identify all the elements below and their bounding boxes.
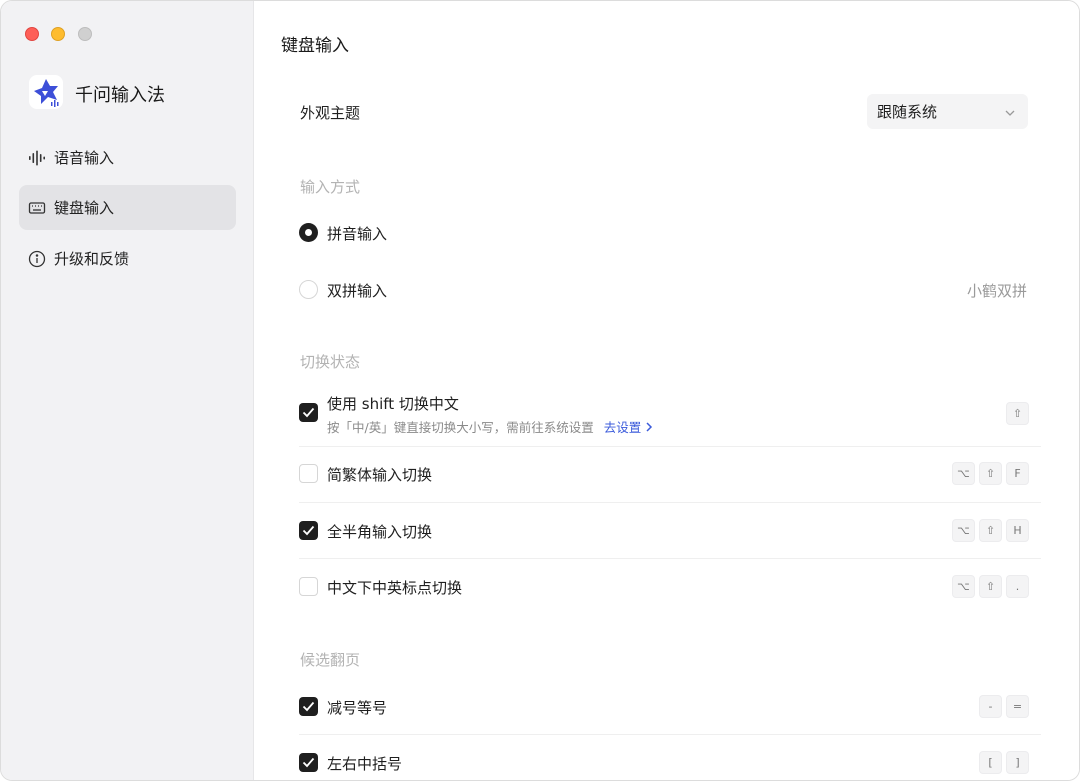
chevron-down-icon xyxy=(1004,105,1016,123)
shortcut-keys: ⌥ ⇧ H xyxy=(952,519,1029,542)
full-half-width-checkbox[interactable] xyxy=(299,521,318,540)
section-title-paging: 候选翻页 xyxy=(300,651,361,669)
brackets-label: 左右中括号 xyxy=(327,755,403,773)
keyboard-icon xyxy=(28,199,46,217)
divider xyxy=(299,446,1041,447)
voice-waveform-icon xyxy=(28,149,46,167)
sidebar-item-label: 语音输入 xyxy=(54,149,115,167)
chevron-right-icon xyxy=(646,422,653,432)
go-settings-link[interactable]: 去设置 xyxy=(604,420,654,435)
page-title: 键盘输入 xyxy=(281,36,349,56)
section-title-input-method: 输入方式 xyxy=(300,178,361,196)
key-shift: ⇧ xyxy=(1006,402,1029,425)
sidebar-item-voice-input[interactable]: 语音输入 xyxy=(19,135,236,180)
section-title-switch-state: 切换状态 xyxy=(300,353,361,371)
shuangpin-scheme[interactable]: 小鹤双拼 xyxy=(967,280,1027,301)
shortcut-keys: [ ] xyxy=(979,751,1029,774)
sidebar-item-keyboard-input[interactable]: 键盘输入 xyxy=(19,185,236,230)
close-window-button[interactable] xyxy=(25,27,39,41)
theme-select[interactable]: 跟随系统 xyxy=(867,94,1028,129)
theme-select-value: 跟随系统 xyxy=(877,103,938,121)
key-left-bracket: [ xyxy=(979,751,1002,774)
sidebar-item-upgrade-feedback[interactable]: 升级和反馈 xyxy=(19,236,236,281)
shortcut-keys: - = xyxy=(979,695,1029,718)
theme-label: 外观主题 xyxy=(300,104,361,122)
minimize-window-button[interactable] xyxy=(51,27,65,41)
full-half-width-label: 全半角输入切换 xyxy=(327,523,433,541)
key-shift: ⇧ xyxy=(979,575,1002,598)
shortcut-keys: ⌥ ⇧ . xyxy=(952,575,1029,598)
divider xyxy=(299,558,1041,559)
sidebar: 千问输入法 语音输入 键盘输入 升级和反馈 xyxy=(1,1,254,780)
key-f: F xyxy=(1006,462,1029,485)
divider xyxy=(299,502,1041,503)
shift-switch-desc-text: 按「中/英」键直接切换大小写，需前往系统设置 xyxy=(327,420,594,435)
shift-switch-checkbox[interactable] xyxy=(299,403,318,422)
shuangpin-label: 双拼输入 xyxy=(327,282,388,300)
key-right-bracket: ] xyxy=(1006,751,1029,774)
punctuation-switch-checkbox[interactable] xyxy=(299,577,318,596)
sidebar-item-label: 升级和反馈 xyxy=(54,250,130,268)
qianwen-logo-icon xyxy=(29,75,63,109)
key-option: ⌥ xyxy=(952,575,975,598)
zoom-window-button[interactable] xyxy=(78,27,92,41)
key-minus: - xyxy=(979,695,1002,718)
pinyin-label: 拼音输入 xyxy=(327,225,388,243)
key-h: H xyxy=(1006,519,1029,542)
main-content: 键盘输入 外观主题 跟随系统 输入方式 拼音输入 双拼输入 小鹤双拼 切换状态 … xyxy=(255,1,1079,780)
app-window: 千问输入法 语音输入 键盘输入 升级和反馈 键盘输入 外观主题 跟随系统 输入方… xyxy=(0,0,1080,781)
key-option: ⌥ xyxy=(952,462,975,485)
shift-switch-desc: 按「中/英」键直接切换大小写，需前往系统设置 去设置 xyxy=(327,417,653,436)
divider xyxy=(299,734,1041,735)
key-equal: = xyxy=(1006,695,1029,718)
simplified-traditional-label: 简繁体输入切换 xyxy=(327,466,433,484)
simplified-traditional-checkbox[interactable] xyxy=(299,464,318,483)
shift-switch-label: 使用 shift 切换中文 xyxy=(327,395,459,413)
go-settings-link-text: 去设置 xyxy=(603,420,642,435)
sidebar-item-label: 键盘输入 xyxy=(54,199,115,217)
shuangpin-radio[interactable] xyxy=(299,280,318,299)
key-shift: ⇧ xyxy=(979,462,1002,485)
punctuation-switch-label: 中文下中英标点切换 xyxy=(327,579,463,597)
key-shift: ⇧ xyxy=(979,519,1002,542)
key-period: . xyxy=(1006,575,1029,598)
minus-equal-label: 减号等号 xyxy=(327,699,388,717)
pinyin-radio[interactable] xyxy=(299,223,318,242)
shortcut-keys: ⇧ xyxy=(1006,402,1029,425)
minus-equal-checkbox[interactable] xyxy=(299,697,318,716)
shortcut-keys: ⌥ ⇧ F xyxy=(952,462,1029,485)
info-icon xyxy=(28,250,46,268)
key-option: ⌥ xyxy=(952,519,975,542)
brackets-checkbox[interactable] xyxy=(299,753,318,772)
app-name: 千问输入法 xyxy=(75,85,165,106)
